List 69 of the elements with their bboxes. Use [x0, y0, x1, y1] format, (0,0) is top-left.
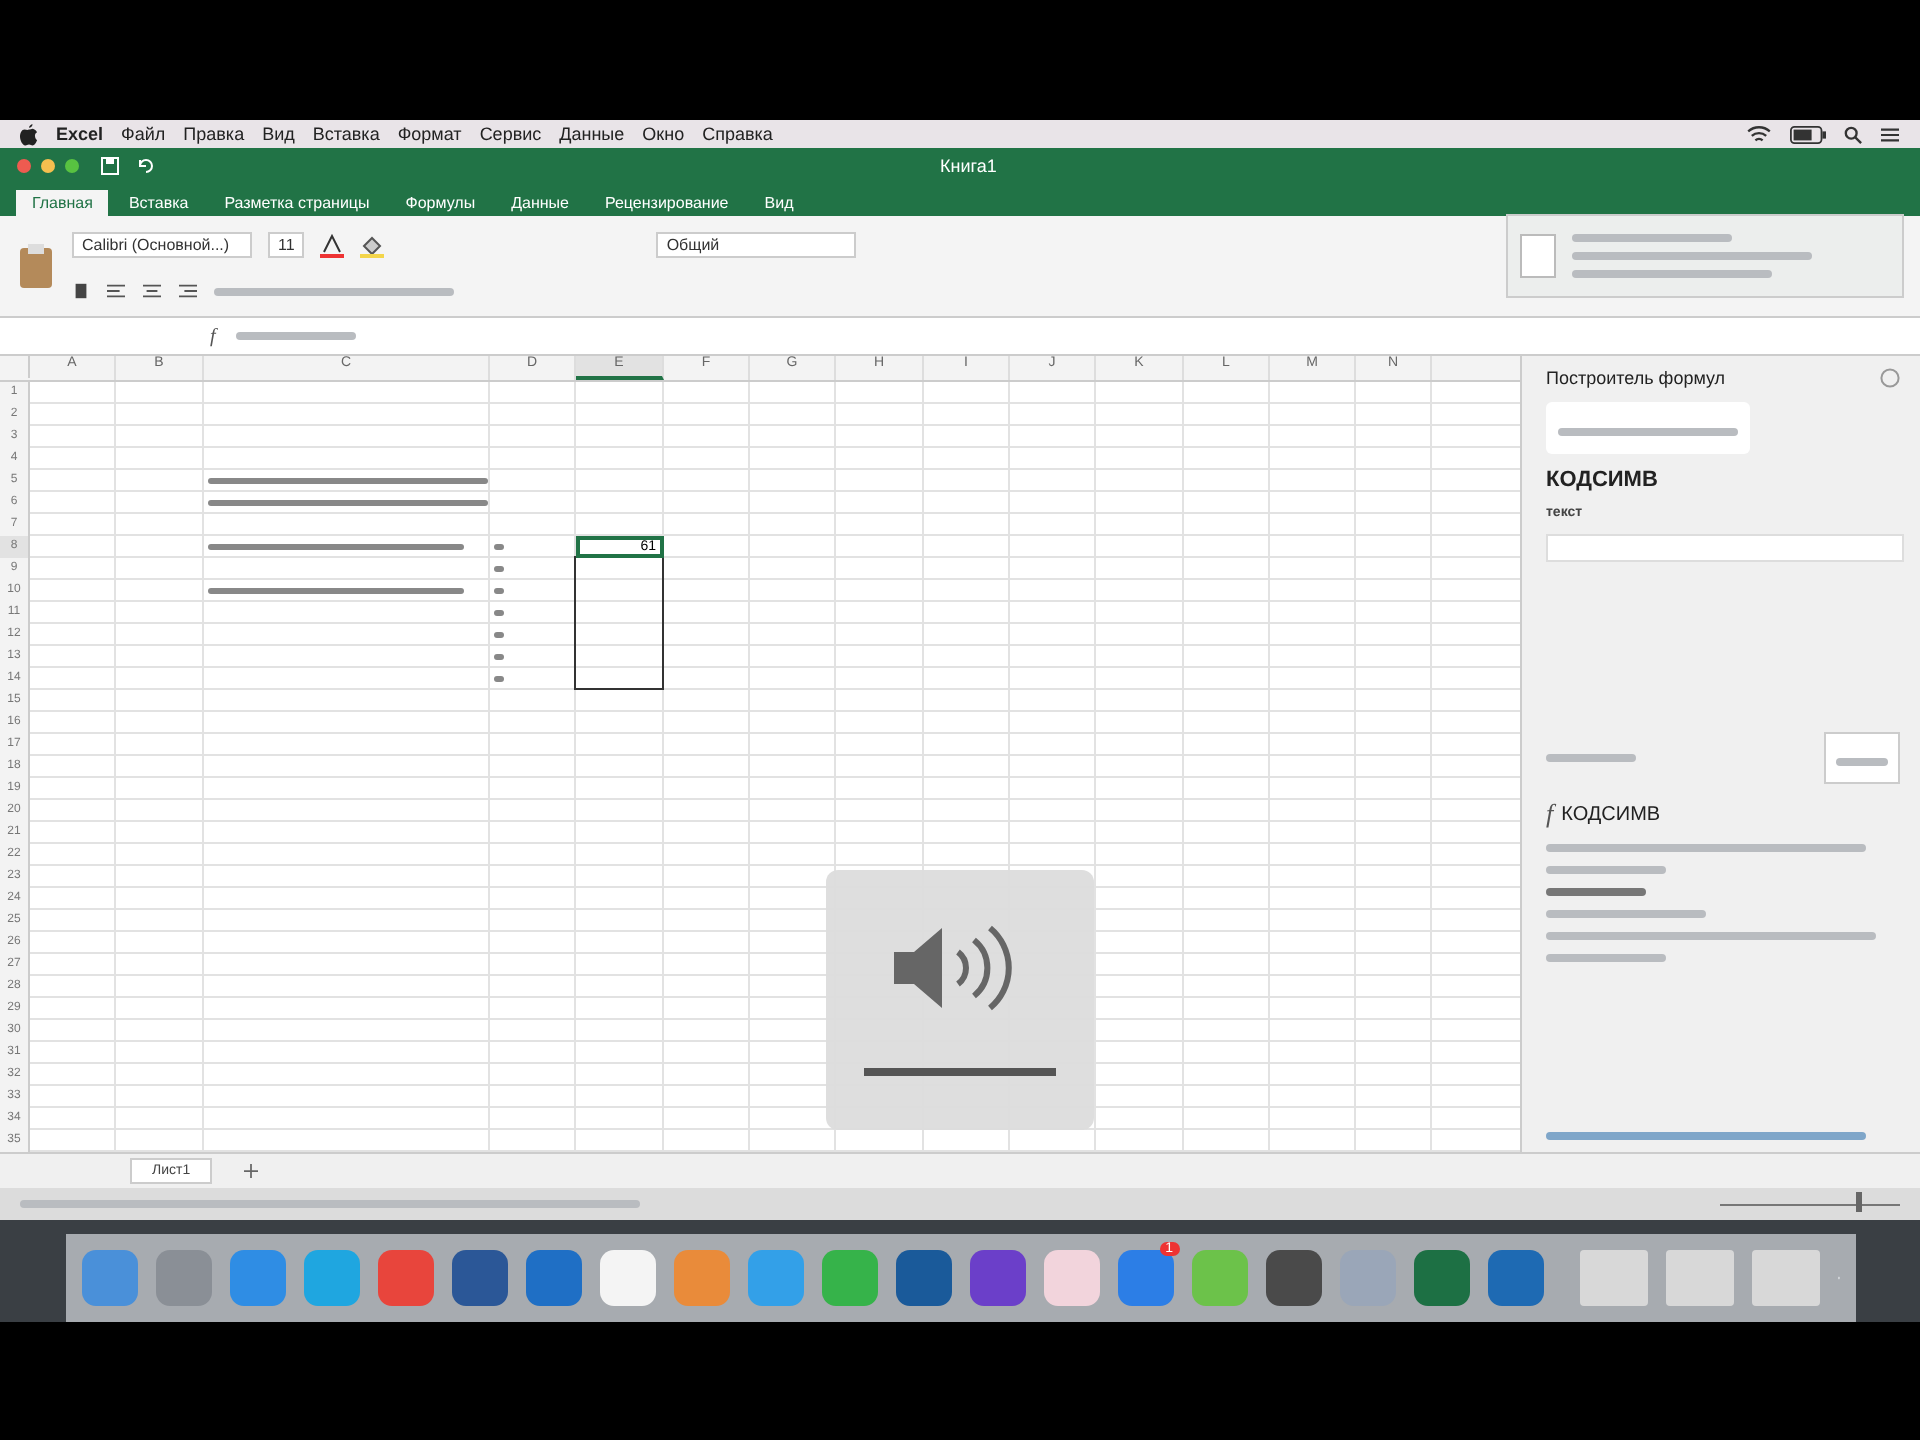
window-title: Книга1: [940, 156, 997, 176]
help-function-name: КОДСИМВ: [1561, 803, 1661, 825]
illegible-text-drawing: [494, 566, 504, 572]
ribbon-tab[interactable]: Рецензирование: [588, 190, 745, 216]
illegible-text-drawing: [494, 676, 504, 682]
menu-item[interactable]: Сервис: [479, 124, 542, 144]
app-icon[interactable]: [1043, 1250, 1099, 1306]
number-format-field[interactable]: Общий: [656, 232, 857, 258]
undo-icon[interactable]: [136, 156, 156, 176]
font-color-icon[interactable]: [320, 233, 345, 257]
done-button[interactable]: [1824, 732, 1900, 784]
ribbon-tab[interactable]: Главная: [16, 190, 109, 216]
function-name: КОДСИМВ: [1546, 468, 1658, 492]
menu-item[interactable]: Формат: [397, 124, 462, 144]
menu-item[interactable]: Справка: [702, 124, 773, 144]
menu-icon[interactable]: [1880, 125, 1900, 143]
app-icon[interactable]: [377, 1250, 433, 1306]
align-icon[interactable]: [106, 282, 126, 300]
ribbon-tab[interactable]: Формулы: [389, 190, 492, 216]
illegible-text-drawing: [235, 332, 356, 340]
menu-item[interactable]: Данные: [559, 124, 625, 144]
illegible-text-drawing: [494, 610, 504, 616]
ribbon-tab[interactable]: Вставка: [112, 190, 205, 216]
argument-field[interactable]: [1546, 534, 1904, 562]
function-icon[interactable]: f: [210, 325, 216, 347]
illegible-text-drawing: [1546, 754, 1636, 762]
app-icon[interactable]: [599, 1250, 655, 1306]
app-icon[interactable]: [895, 1250, 951, 1306]
ribbon-tab[interactable]: Разметка страницы: [208, 190, 386, 216]
app-icon[interactable]: [525, 1250, 581, 1306]
selection-outline: [574, 556, 664, 690]
menu-item[interactable]: Вставка: [312, 124, 380, 144]
app-icon[interactable]: [1413, 1250, 1469, 1306]
font-name-field[interactable]: Calibri (Основной...): [72, 232, 252, 258]
app-icon[interactable]: [1487, 1250, 1543, 1306]
add-sheet-icon[interactable]: [244, 1164, 259, 1178]
menu-item[interactable]: Правка: [183, 124, 245, 144]
menu-item[interactable]: Файл: [121, 124, 166, 144]
search-field[interactable]: [1546, 402, 1750, 454]
app-icon[interactable]: [1265, 1250, 1321, 1306]
ribbon-tab[interactable]: Данные: [495, 190, 585, 216]
close-icon[interactable]: [1880, 368, 1900, 388]
slider-thumb[interactable]: [1855, 1192, 1861, 1212]
panel-title: Построитель формул: [1546, 368, 1726, 388]
align-icon[interactable]: [178, 282, 198, 300]
font-size-field[interactable]: 11: [268, 232, 305, 258]
menu-item[interactable]: Excel: [56, 124, 104, 144]
apple-logo-icon[interactable]: [20, 123, 38, 145]
illegible-text-drawing: [494, 654, 504, 660]
illegible-text-drawing: [494, 588, 504, 594]
app-icon[interactable]: [969, 1250, 1025, 1306]
illegible-text-drawing: [494, 632, 504, 638]
search-icon[interactable]: [1844, 125, 1862, 143]
ribbon-tab[interactable]: Вид: [748, 190, 810, 216]
save-icon[interactable]: [100, 156, 120, 176]
menu-item[interactable]: Окно: [642, 124, 685, 144]
illegible-text-drawing: [1546, 866, 1666, 874]
illegible-text-drawing: [1546, 954, 1666, 962]
window-controls-icon[interactable]: [16, 158, 84, 174]
illegible-text-drawing: [1546, 888, 1646, 896]
fill-color-icon[interactable]: [360, 233, 385, 257]
battery-icon[interactable]: [1790, 125, 1826, 143]
function-icon: f: [1546, 798, 1554, 830]
menu-item[interactable]: Вид: [262, 124, 295, 144]
illegible-text-drawing: [494, 544, 504, 550]
wifi-icon[interactable]: [1746, 125, 1772, 143]
align-icon[interactable]: [142, 282, 162, 300]
app-icon[interactable]: [451, 1250, 507, 1306]
clipboard-icon[interactable]: [16, 242, 56, 290]
